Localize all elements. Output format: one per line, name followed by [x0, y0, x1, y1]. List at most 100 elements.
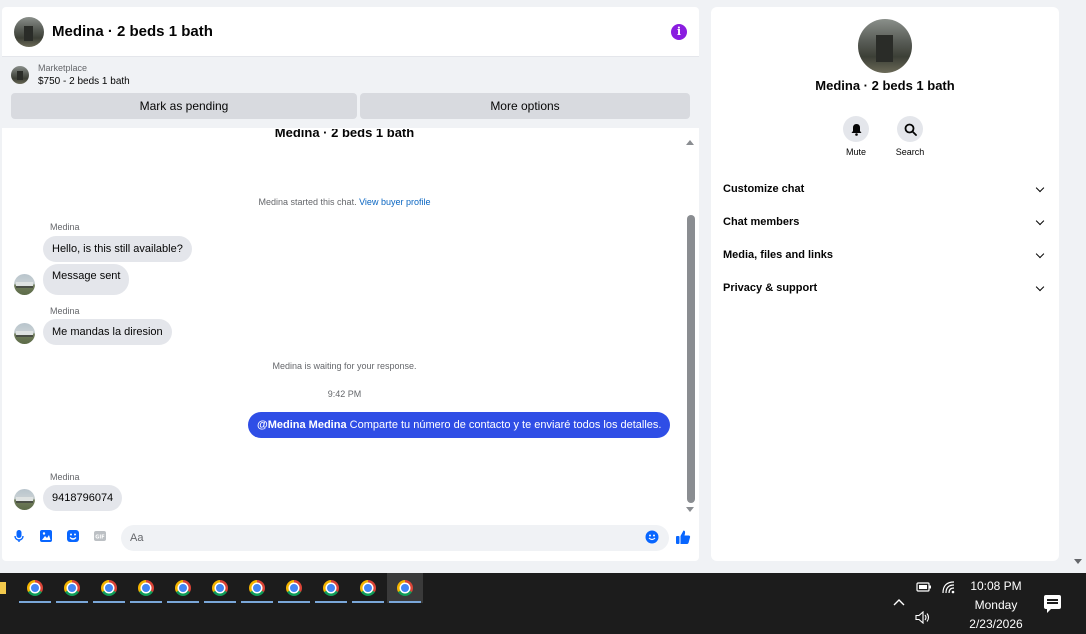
gif-icon[interactable]: GIF: [93, 529, 107, 543]
message-list: Medina · 2 beds 1 bath Medina started th…: [2, 129, 699, 515]
listing-bar: Marketplace $750 - 2 beds 1 bath Mark as…: [2, 57, 699, 128]
chat-header: Medina · 2 beds 1 bath i: [2, 7, 699, 57]
chrome-icon: [212, 580, 228, 596]
chevron-down-icon: [1035, 249, 1045, 258]
search-label: Search: [895, 147, 925, 157]
volume-icon[interactable]: [915, 611, 931, 624]
conversation-avatar[interactable]: [14, 16, 44, 47]
incoming-message[interactable]: Message sent: [43, 264, 130, 295]
svg-text:GIF: GIF: [95, 535, 104, 541]
composer: GIF: [2, 523, 699, 553]
chrome-icon: [138, 580, 154, 596]
taskbar-chrome-window[interactable]: [313, 573, 349, 603]
listing-info[interactable]: Marketplace $750 - 2 beds 1 bath: [11, 63, 130, 87]
section-customize-chat[interactable]: Customize chat: [723, 178, 1047, 200]
message-input[interactable]: [121, 525, 669, 551]
mute-label: Mute: [845, 147, 866, 157]
sender-avatar[interactable]: [14, 274, 35, 295]
section-label: Chat members: [723, 216, 800, 228]
taskbar-chrome-window[interactable]: [239, 573, 275, 603]
mute-button[interactable]: [843, 116, 869, 142]
chat-started-text: Medina started this chat.: [258, 197, 357, 207]
chrome-icon: [397, 580, 413, 596]
taskbar-chrome-window[interactable]: [350, 573, 386, 603]
scroll-thumb[interactable]: [687, 215, 695, 503]
view-buyer-profile-link[interactable]: View buyer profile: [359, 197, 430, 207]
clock-date: 2/23/2026: [969, 617, 1023, 631]
incoming-message[interactable]: Hello, is this still available?: [43, 236, 192, 262]
more-options-button[interactable]: More options: [360, 93, 690, 119]
message-sender: Medina: [50, 306, 80, 316]
section-media-files-links[interactable]: Media, files and links: [723, 244, 1047, 266]
mute-action[interactable]: Mute: [831, 116, 881, 157]
taskbar-chrome-window-active[interactable]: [387, 573, 423, 603]
thumbs-up-icon[interactable]: [675, 529, 691, 545]
search-action[interactable]: Search: [885, 116, 935, 157]
chevron-up-icon[interactable]: [893, 598, 905, 606]
notification-center-icon[interactable]: [1044, 595, 1061, 613]
incoming-message[interactable]: 9418796074: [43, 485, 123, 511]
chrome-icon: [101, 580, 117, 596]
chat-started-notice: Medina started this chat. View buyer pro…: [2, 197, 687, 207]
chrome-icon: [64, 580, 80, 596]
search-icon: [904, 123, 917, 136]
section-label: Privacy & support: [723, 282, 818, 294]
listing-label: Marketplace: [38, 63, 88, 73]
outgoing-message[interactable]: @Medina Medina Comparte tu número de con…: [248, 412, 671, 438]
taskbar-chrome-window[interactable]: [276, 573, 312, 603]
incoming-message[interactable]: Me mandas la diresion: [43, 319, 172, 345]
outgoing-message-text: Comparte tu número de contacto y te envi…: [346, 419, 662, 431]
taskbar-chrome-window[interactable]: [202, 573, 238, 603]
sender-avatar[interactable]: [14, 489, 35, 510]
chrome-icon: [360, 580, 376, 596]
taskbar-chrome-window[interactable]: [54, 573, 90, 603]
conversation-title[interactable]: Medina · 2 beds 1 bath: [52, 23, 671, 40]
wifi-icon[interactable]: [942, 581, 956, 594]
info-icon[interactable]: i: [671, 23, 687, 40]
file-explorer-icon[interactable]: [0, 582, 6, 594]
section-privacy-support[interactable]: Privacy & support: [723, 277, 1047, 299]
taskbar-chrome-window[interactable]: [17, 573, 53, 603]
section-label: Customize chat: [723, 183, 805, 195]
photo-icon[interactable]: [39, 529, 53, 543]
clock-time: 10:08 PM: [970, 579, 1022, 593]
chat-info-panel: Medina · 2 beds 1 bath Mute Search Custo…: [711, 7, 1059, 561]
page-scroll-down-arrow[interactable]: [1074, 559, 1082, 564]
chrome-icon: [27, 580, 43, 596]
sticker-icon[interactable]: [66, 529, 80, 543]
scroll-down-arrow[interactable]: [686, 507, 694, 512]
message-sender: Medina: [50, 222, 80, 232]
microphone-icon[interactable]: [12, 529, 26, 543]
listing-thumbnail: [11, 66, 29, 84]
message-scrollbar[interactable]: [685, 135, 695, 515]
chrome-icon: [323, 580, 339, 596]
waiting-notice: Medina is waiting for your response.: [272, 361, 417, 371]
clock-day: Monday: [974, 598, 1018, 612]
info-avatar[interactable]: [858, 19, 912, 73]
chevron-down-icon: [1035, 282, 1045, 291]
chat-panel: Medina · 2 beds 1 bath i Marketplace $75…: [2, 7, 699, 561]
section-chat-members[interactable]: Chat members: [723, 211, 1047, 233]
conversation-heading: Medina · 2 beds 1 bath: [274, 129, 415, 140]
system-clock[interactable]: 10:08 PM Monday 2/23/2026: [958, 577, 1034, 634]
emoji-icon[interactable]: [645, 530, 659, 544]
message-timestamp: 9:42 PM: [327, 389, 362, 399]
info-title: Medina · 2 beds 1 bath: [815, 78, 955, 93]
taskbar-chrome-window[interactable]: [165, 573, 201, 603]
search-button[interactable]: [897, 116, 923, 142]
chrome-icon: [175, 580, 191, 596]
mark-as-pending-button[interactable]: Mark as pending: [11, 93, 357, 119]
chevron-down-icon: [1035, 216, 1045, 225]
chevron-down-icon: [1035, 183, 1045, 192]
battery-icon[interactable]: [916, 582, 932, 592]
chrome-icon: [286, 580, 302, 596]
taskbar-chrome-window[interactable]: [91, 573, 127, 603]
scroll-up-arrow[interactable]: [686, 140, 694, 145]
message-sender: Medina: [50, 472, 80, 482]
listing-price: $750 - 2 beds 1 bath: [38, 76, 130, 87]
taskbar: 10:08 PM Monday 2/23/2026: [0, 573, 1086, 634]
taskbar-chrome-window[interactable]: [128, 573, 164, 603]
section-label: Media, files and links: [723, 249, 834, 261]
mention[interactable]: @Medina Medina: [257, 419, 347, 431]
sender-avatar[interactable]: [14, 323, 35, 344]
